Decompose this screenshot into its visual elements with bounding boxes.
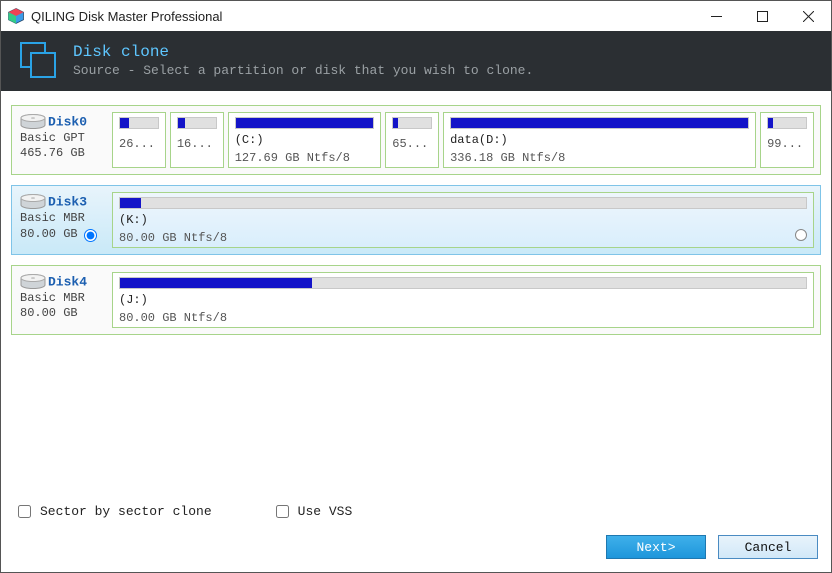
sector-by-sector-label: Sector by sector clone: [40, 504, 212, 519]
page-header: Disk clone Source - Select a partition o…: [1, 31, 831, 91]
disk-select-radio[interactable]: [84, 229, 97, 242]
disk-row-disk3[interactable]: Disk3 Basic MBR80.00 GB (K:) 80.00 GB Ntfs/…: [11, 185, 821, 255]
usage-bar: [119, 117, 159, 129]
disk-scheme: Basic MBR: [20, 291, 106, 305]
partition-size: 99...: [767, 137, 807, 151]
disk-info: Disk3 Basic MBR80.00 GB: [18, 192, 106, 248]
page-title: Disk clone: [73, 43, 533, 61]
footer-buttons: Next> Cancel: [606, 535, 818, 559]
usage-bar: [235, 117, 375, 129]
title-bar: QILING Disk Master Professional: [1, 1, 831, 31]
partition-list: 26... 16... (C:) 127.69 GB Ntfs/8 65... data(…: [112, 112, 814, 168]
partition[interactable]: (J:) 80.00 GB Ntfs/8: [112, 272, 814, 328]
usage-bar: [119, 277, 807, 289]
partition-size: 80.00 GB Ntfs/8: [119, 311, 807, 325]
usage-bar: [177, 117, 217, 129]
partition[interactable]: (C:) 127.69 GB Ntfs/8: [228, 112, 382, 168]
partition-list: (K:) 80.00 GB Ntfs/8: [112, 192, 814, 248]
disk-list: Disk0 Basic GPT465.76 GB 26... 16... (C:) 127…: [1, 91, 831, 335]
close-button[interactable]: [785, 1, 831, 31]
use-vss-checkbox[interactable]: Use VSS: [272, 502, 353, 521]
disk-info: Disk0 Basic GPT465.76 GB: [18, 112, 106, 168]
partition-size: 16...: [177, 137, 217, 151]
disk-scheme: Basic GPT: [20, 131, 106, 145]
partition[interactable]: 16...: [170, 112, 224, 168]
usage-bar: [119, 197, 807, 209]
partition[interactable]: 99...: [760, 112, 814, 168]
sector-by-sector-checkbox[interactable]: Sector by sector clone: [14, 502, 212, 521]
partition-list: (J:) 80.00 GB Ntfs/8: [112, 272, 814, 328]
disk-name: Disk4: [48, 274, 87, 289]
disk-size: 80.00 GB: [20, 226, 106, 242]
partition[interactable]: data(D:) 336.18 GB Ntfs/8: [443, 112, 756, 168]
app-icon: [7, 7, 25, 25]
drive-icon: [20, 114, 46, 130]
partition[interactable]: 65...: [385, 112, 439, 168]
disk-name: Disk3: [48, 194, 87, 209]
partition-label: (C:): [235, 133, 375, 147]
next-button[interactable]: Next>: [606, 535, 706, 559]
disk-row-disk4[interactable]: Disk4 Basic MBR80.00 GB (J:) 80.00 GB Ntfs/…: [11, 265, 821, 335]
partition-size: 65...: [392, 137, 432, 151]
drive-icon: [20, 274, 46, 290]
disk-size: 80.00 GB: [20, 306, 106, 320]
maximize-button[interactable]: [739, 1, 785, 31]
use-vss-label: Use VSS: [298, 504, 353, 519]
disk-size: 465.76 GB: [20, 146, 106, 160]
footer-options: Sector by sector clone Use VSS: [14, 502, 352, 521]
disk-name: Disk0: [48, 114, 87, 129]
partition-label: data(D:): [450, 133, 749, 147]
disk-info: Disk4 Basic MBR80.00 GB: [18, 272, 106, 328]
partition-label: (J:): [119, 293, 807, 307]
partition-size: 127.69 GB Ntfs/8: [235, 151, 375, 165]
partition-size: 26...: [119, 137, 159, 151]
cancel-button[interactable]: Cancel: [718, 535, 818, 559]
usage-bar: [767, 117, 807, 129]
usage-bar: [392, 117, 432, 129]
partition[interactable]: (K:) 80.00 GB Ntfs/8: [112, 192, 814, 248]
page-subtitle: Source - Select a partition or disk that…: [73, 63, 533, 78]
use-vss-input[interactable]: [276, 505, 289, 518]
disk-row-disk0[interactable]: Disk0 Basic GPT465.76 GB 26... 16... (C:) 127…: [11, 105, 821, 175]
window-title: QILING Disk Master Professional: [31, 9, 693, 24]
minimize-button[interactable]: [693, 1, 739, 31]
usage-bar: [450, 117, 749, 129]
partition-size: 336.18 GB Ntfs/8: [450, 151, 749, 165]
partition[interactable]: 26...: [112, 112, 166, 168]
partition-label: (K:): [119, 213, 807, 227]
window-controls: [693, 1, 831, 31]
partition-select-radio[interactable]: [795, 229, 807, 241]
clone-icon: [19, 41, 57, 79]
drive-icon: [20, 194, 46, 210]
partition-size: 80.00 GB Ntfs/8: [119, 231, 807, 245]
disk-scheme: Basic MBR: [20, 211, 106, 225]
sector-by-sector-input[interactable]: [18, 505, 31, 518]
